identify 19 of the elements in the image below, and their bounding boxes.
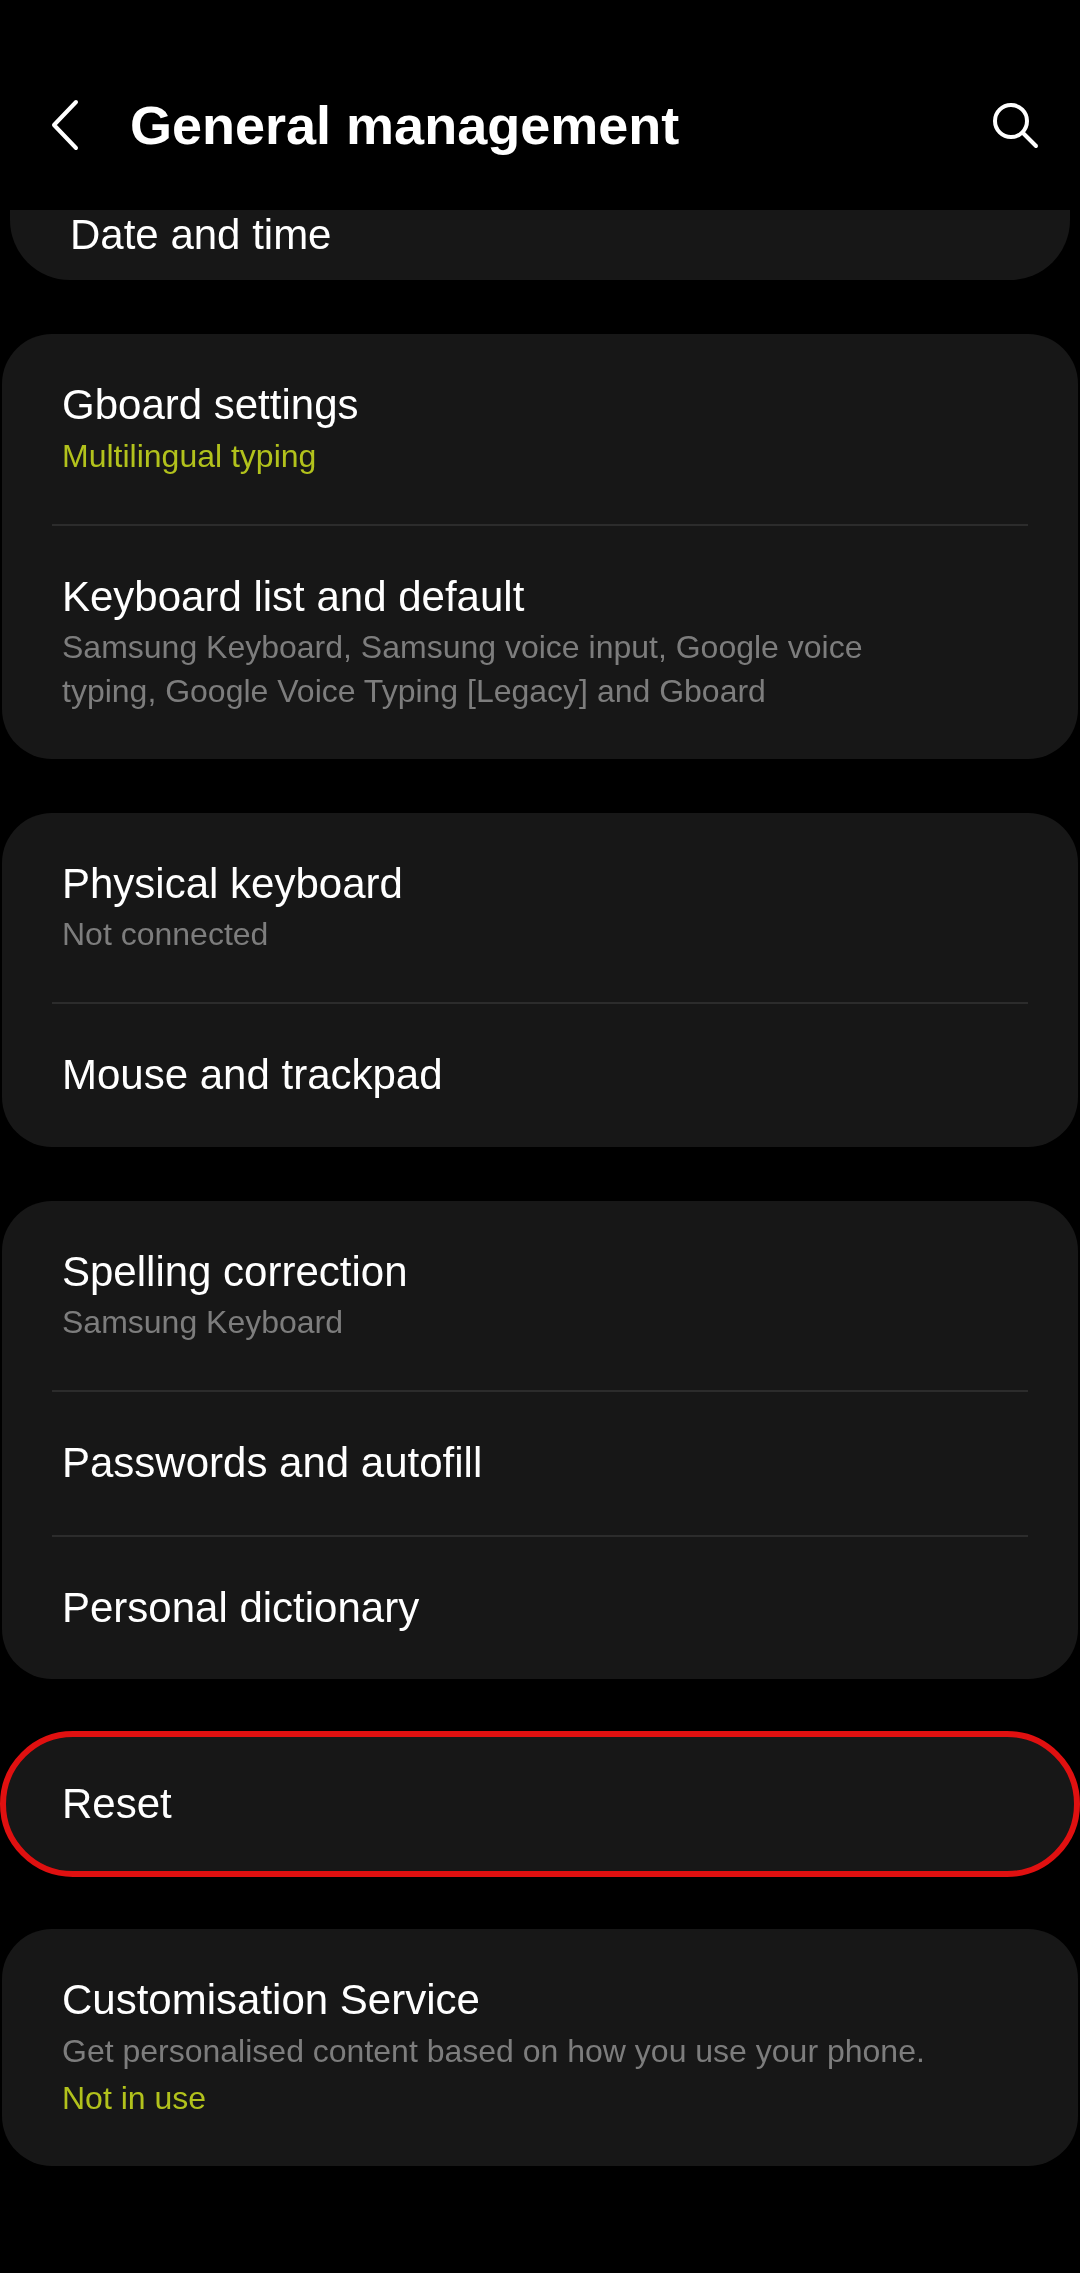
- setting-title: Passwords and autofill: [62, 1438, 484, 1489]
- setting-title: Personal dictionary: [62, 1582, 421, 1633]
- setting-title: Mouse and trackpad: [62, 1050, 444, 1101]
- setting-title: Physical keyboard: [62, 858, 404, 909]
- setting-title: Keyboard list and default: [62, 571, 526, 622]
- setting-title: Customisation Service: [62, 1975, 481, 2026]
- setting-title: Spelling correction: [62, 1246, 409, 1297]
- setting-summary: Samsung Keyboard: [62, 1303, 345, 1343]
- setting-title: Date and time: [70, 210, 333, 260]
- setting-title: Reset: [62, 1779, 173, 1830]
- back-icon[interactable]: [50, 99, 80, 151]
- setting-summary: Samsung Keyboard, Samsung voice input, Google voice typing, Google Voice Typing [Legacy] and Gboard: [62, 628, 864, 711]
- search-icon[interactable]: [990, 100, 1040, 150]
- setting-status: Multilingual typing: [62, 436, 318, 476]
- setting-summary: Get personalised content based on how you use your phone.: [62, 2031, 926, 2071]
- setting-status: Not in use: [62, 2079, 208, 2119]
- setting-title: Gboard settings: [62, 380, 360, 431]
- setting-summary: Not connected: [62, 915, 270, 955]
- page-title: General management: [130, 93, 681, 157]
